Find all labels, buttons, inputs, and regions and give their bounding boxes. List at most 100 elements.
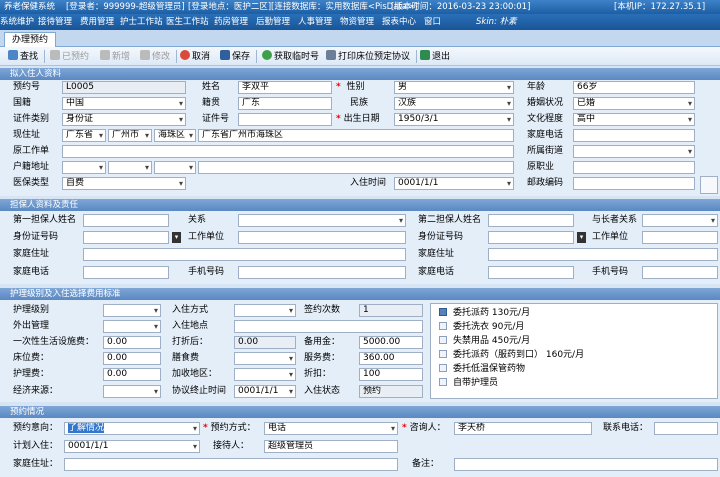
province-select[interactable]: 广东省 [62, 129, 106, 142]
source-select[interactable] [103, 385, 161, 398]
id-type-select[interactable]: 身份证 [62, 113, 186, 126]
second-id-field[interactable] [488, 231, 574, 244]
photo-box[interactable] [700, 176, 718, 194]
first-address-field[interactable] [83, 248, 406, 261]
deposit-field[interactable]: 5000.00 [359, 336, 423, 349]
prev-job-field[interactable] [573, 161, 695, 174]
gender-select[interactable]: 男 [394, 81, 514, 94]
name-field[interactable]: 李双平 [238, 81, 332, 94]
first-mobile-field[interactable] [238, 266, 406, 279]
menu-item-materials[interactable]: 物资管理 [340, 14, 374, 30]
plan-date-picker[interactable]: 0001/1/1 [64, 440, 200, 453]
age-field[interactable]: 66岁 [573, 81, 695, 94]
district-select[interactable]: 海珠区 [154, 129, 196, 142]
id-no-field[interactable] [238, 113, 332, 126]
search-button[interactable]: 查找 [8, 50, 38, 63]
street-select[interactable] [573, 145, 695, 158]
city-select[interactable]: 广州市 [108, 129, 152, 142]
menu-item-reports[interactable]: 报表中心 [382, 14, 416, 30]
bed-fee-field[interactable]: 0.00 [103, 352, 161, 365]
service-item[interactable]: 委托派药（服药到口） 160元/月 [439, 349, 584, 361]
birth-date-picker[interactable]: 1950/3/1 [394, 113, 514, 126]
prev-work-field[interactable] [62, 145, 514, 158]
menu-item-fees[interactable]: 费用管理 [80, 14, 114, 30]
skin-label[interactable]: Skin: 朴素 [476, 14, 517, 30]
services-list[interactable]: 委托派药 130元/月 委托洗衣 90元/月 失禁用品 450元/月 委托派药（… [430, 303, 718, 399]
second-mobile-field[interactable] [642, 266, 718, 279]
education-select[interactable]: 高中 [573, 113, 695, 126]
cancel-button[interactable]: 取消 [180, 50, 210, 63]
menu-item-window[interactable]: 窗口 [424, 14, 441, 30]
new-button[interactable]: 新增 [100, 50, 130, 63]
receiver-field[interactable]: 超级管理员 [264, 440, 398, 453]
first-phone-field[interactable] [83, 266, 169, 279]
care-level-select[interactable] [103, 304, 161, 317]
edit-button[interactable]: 修改 [140, 50, 170, 63]
checkin-place-field[interactable] [234, 320, 423, 333]
native-field[interactable]: 广东 [238, 97, 332, 110]
care-fee-field[interactable]: 0.00 [103, 368, 161, 381]
rebate-field[interactable]: 100 [359, 368, 423, 381]
status-field[interactable]: 预约 [359, 385, 423, 398]
second-address-field[interactable] [488, 248, 718, 261]
one-time-fee-field[interactable]: 0.00 [103, 336, 161, 349]
home-address-field[interactable] [64, 458, 398, 471]
menu-item-reception[interactable]: 接待管理 [38, 14, 72, 30]
service-item[interactable]: 委托洗衣 90元/月 [439, 321, 524, 333]
menu-item-doctor[interactable]: 医生工作站 [166, 14, 209, 30]
second-guarantor-field[interactable] [488, 214, 574, 227]
ethnicity-select[interactable]: 汉族 [394, 97, 514, 110]
address-field[interactable]: 广东省广州市海珠区 [198, 129, 514, 142]
huji-city-select[interactable] [108, 161, 152, 174]
service-item[interactable]: 委托低温保管药物 [439, 363, 525, 375]
first-relation-select[interactable] [238, 214, 406, 227]
contact-field[interactable] [654, 422, 718, 435]
service-item[interactable]: 委托派药 130元/月 [439, 307, 530, 319]
first-id-field[interactable] [83, 231, 169, 244]
second-id-lookup-button[interactable]: ▾ [577, 232, 586, 243]
marital-select[interactable]: 已婚 [573, 97, 695, 110]
menu-item-logistics[interactable]: 后勤管理 [256, 14, 290, 30]
checkin-method-select[interactable] [234, 304, 296, 317]
booking-no-field[interactable]: L0005 [62, 81, 186, 94]
method-select[interactable]: 电话 [264, 422, 398, 435]
meal-fee-select[interactable] [234, 352, 296, 365]
second-relation-select[interactable] [642, 214, 718, 227]
menu-item-nurse[interactable]: 护士工作站 [120, 14, 163, 30]
booked-button[interactable]: 已预约 [50, 50, 89, 63]
consultant-field[interactable]: 李天桥 [454, 422, 592, 435]
tab-booking[interactable]: 办理预约 [4, 32, 57, 47]
exit-button[interactable]: 退出 [420, 50, 450, 63]
intention-select[interactable]: 了解情况 [64, 422, 200, 435]
sign-count-field[interactable]: 1 [359, 304, 423, 317]
huji-field[interactable] [198, 161, 514, 174]
checkin-date-picker[interactable]: 0001/1/1 [394, 177, 514, 190]
end-time-picker[interactable]: 0001/1/1 [234, 385, 296, 398]
service-item[interactable]: 自带护理员 [439, 377, 498, 389]
home-address-label: 家庭住址： [13, 459, 59, 469]
menu-item-system[interactable]: 系统维护 [0, 14, 34, 30]
nationality-select[interactable]: 中国 [62, 97, 186, 110]
print-protocol-button[interactable]: 打印床位预定协议 [326, 50, 410, 63]
outside-select[interactable] [103, 320, 161, 333]
second-work-field[interactable] [642, 231, 718, 244]
save-button[interactable]: 保存 [220, 50, 250, 63]
postcode-field[interactable] [573, 177, 695, 190]
huji-province-select[interactable] [62, 161, 106, 174]
service-fee-field[interactable]: 360.00 [359, 352, 423, 365]
second-phone-field[interactable] [488, 266, 574, 279]
discount-field[interactable]: 0.00 [234, 336, 296, 349]
first-id-lookup-button[interactable]: ▾ [172, 232, 181, 243]
first-work-field[interactable] [238, 231, 406, 244]
service-item[interactable]: 失禁用品 450元/月 [439, 335, 530, 347]
home-phone-field[interactable] [573, 129, 695, 142]
huji-district-select[interactable] [154, 161, 196, 174]
first-guarantor-field[interactable] [83, 214, 169, 227]
insurance-select[interactable]: 自费 [62, 177, 186, 190]
section-guarantor-header: 担保人资料及责任 [0, 199, 720, 211]
menu-item-hr[interactable]: 人事管理 [298, 14, 332, 30]
remark-field[interactable] [454, 458, 718, 471]
get-temp-number-button[interactable]: 获取临时号 [262, 50, 319, 63]
extra-area-select[interactable] [234, 368, 296, 381]
menu-item-pharmacy[interactable]: 药房管理 [214, 14, 248, 30]
